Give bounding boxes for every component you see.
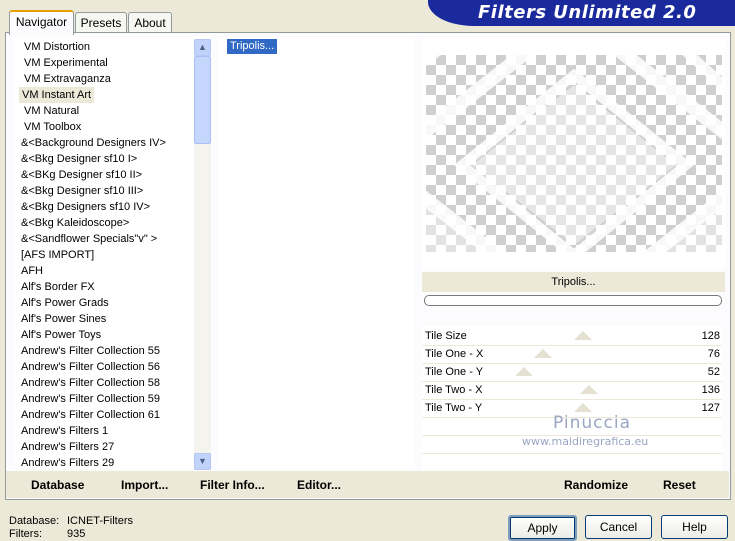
category-item[interactable]: &<Bkg Kaleidoscope> [21, 215, 129, 231]
slider-thumb[interactable] [534, 349, 553, 358]
preview-panel [422, 37, 725, 269]
parameter-label: Tile Size [425, 330, 467, 342]
filters-count-value: 935 [67, 528, 86, 540]
tab-presets[interactable]: Presets [75, 12, 127, 33]
preview-image [426, 55, 722, 252]
parameter-slider[interactable] [484, 349, 682, 358]
reset-button[interactable]: Reset [663, 478, 696, 492]
category-item[interactable]: VM Extravaganza [24, 71, 111, 87]
tab-about[interactable]: About [128, 12, 172, 33]
category-item[interactable]: &<Bkg Designers sf10 IV> [21, 199, 150, 215]
preview-pattern [426, 55, 722, 252]
progress-bar [424, 295, 722, 306]
tab-navigator[interactable]: Navigator [9, 10, 74, 35]
category-item-selected[interactable]: VM Instant Art [19, 87, 95, 103]
category-item[interactable]: &<Bkg Designer sf10 III> [21, 183, 143, 199]
scroll-down-button[interactable]: ▼ [194, 453, 211, 470]
parameter-row[interactable]: Tile Size 128 [422, 327, 722, 346]
apply-button[interactable]: Apply [508, 515, 577, 541]
database-status-label: Database: [9, 515, 60, 527]
database-button[interactable]: Database [31, 478, 84, 492]
parameter-row[interactable]: Tile One - Y 52 [422, 363, 722, 382]
parameter-label: Tile One - Y [425, 366, 484, 378]
parameter-value: 136 [701, 384, 720, 396]
chevron-down-icon: ▼ [198, 456, 207, 466]
watermark-name: Pinuccia [553, 413, 631, 433]
category-item[interactable]: Andrew's Filters 29 [21, 455, 114, 469]
slider-thumb[interactable] [579, 385, 598, 394]
category-item[interactable]: VM Natural [24, 103, 79, 119]
parameter-row[interactable]: Tile Two - X 136 [422, 381, 722, 400]
scroll-thumb[interactable] [194, 56, 211, 144]
category-item[interactable]: Andrew's Filter Collection 59 [21, 391, 160, 407]
parameter-value: 52 [707, 366, 720, 378]
parameter-value: 76 [707, 348, 720, 360]
category-item[interactable]: Andrew's Filters 1 [21, 423, 108, 439]
database-status-value: ICNET-Filters [67, 515, 133, 527]
category-item[interactable]: Alf's Power Sines [21, 311, 106, 327]
scroll-up-button[interactable]: ▲ [194, 39, 211, 56]
filter-list[interactable]: Tripolis... [217, 37, 415, 469]
category-item[interactable]: AFH [21, 263, 43, 279]
parameter-slider[interactable] [484, 367, 682, 376]
category-item[interactable]: Alf's Border FX [21, 279, 95, 295]
category-item[interactable]: Andrew's Filter Collection 58 [21, 375, 160, 391]
parameter-label: Tile Two - Y [425, 402, 483, 414]
parameter-value: 128 [701, 330, 720, 342]
category-item[interactable]: Alf's Power Grads [21, 295, 109, 311]
preview-filter-name: Tripolis... [422, 272, 725, 292]
parameter-label: Tile One - X [425, 348, 484, 360]
filter-item-selected[interactable]: Tripolis... [225, 38, 279, 55]
parameter-label: Tile Two - X [425, 384, 483, 396]
slider-thumb[interactable] [514, 367, 533, 376]
category-item[interactable]: &<Background Designers IV> [21, 135, 166, 151]
filters-count-label: Filters: [9, 528, 42, 540]
randomize-button[interactable]: Randomize [564, 478, 628, 492]
chevron-up-icon: ▲ [198, 42, 207, 52]
category-item[interactable]: VM Toolbox [24, 119, 81, 135]
filter-info-button[interactable]: Filter Info... [200, 478, 265, 492]
category-item[interactable]: Andrew's Filter Collection 56 [21, 359, 160, 375]
parameter-slider[interactable] [484, 331, 682, 340]
category-item[interactable]: &<Bkg Designer sf10 I> [21, 151, 137, 167]
category-item[interactable]: Alf's Power Toys [21, 327, 101, 343]
parameter-slider[interactable] [484, 385, 682, 394]
parameter-value: 127 [701, 402, 720, 414]
slider-thumb[interactable] [574, 403, 592, 412]
category-item[interactable]: [AFS IMPORT] [21, 247, 94, 263]
category-item[interactable]: Andrew's Filters 27 [21, 439, 114, 455]
slider-thumb[interactable] [574, 331, 592, 340]
parameter-row-empty [422, 453, 722, 472]
category-item[interactable]: Andrew's Filter Collection 55 [21, 343, 160, 359]
watermark-url: www.maidiregrafica.eu [522, 435, 649, 448]
category-scrollbar[interactable]: ▲ ▼ [194, 39, 211, 470]
category-item[interactable]: VM Distortion [24, 39, 90, 55]
category-list[interactable]: VM Distortion VM Experimental VM Extravaga… [15, 37, 211, 469]
parameter-slider[interactable] [484, 403, 682, 412]
parameter-row[interactable]: Tile One - X 76 [422, 345, 722, 364]
category-item[interactable]: &<Sandflower Specials"v" > [21, 231, 157, 247]
import-button[interactable]: Import... [121, 478, 168, 492]
category-item[interactable]: &<BKg Designer sf10 II> [21, 167, 142, 183]
category-item[interactable]: VM Experimental [24, 55, 108, 71]
help-button[interactable]: Help [661, 515, 728, 539]
app-title: Filters Unlimited 2.0 [478, 2, 697, 23]
cancel-button[interactable]: Cancel [585, 515, 652, 539]
editor-button[interactable]: Editor... [297, 478, 341, 492]
category-item[interactable]: Andrew's Filter Collection 61 [21, 407, 160, 423]
